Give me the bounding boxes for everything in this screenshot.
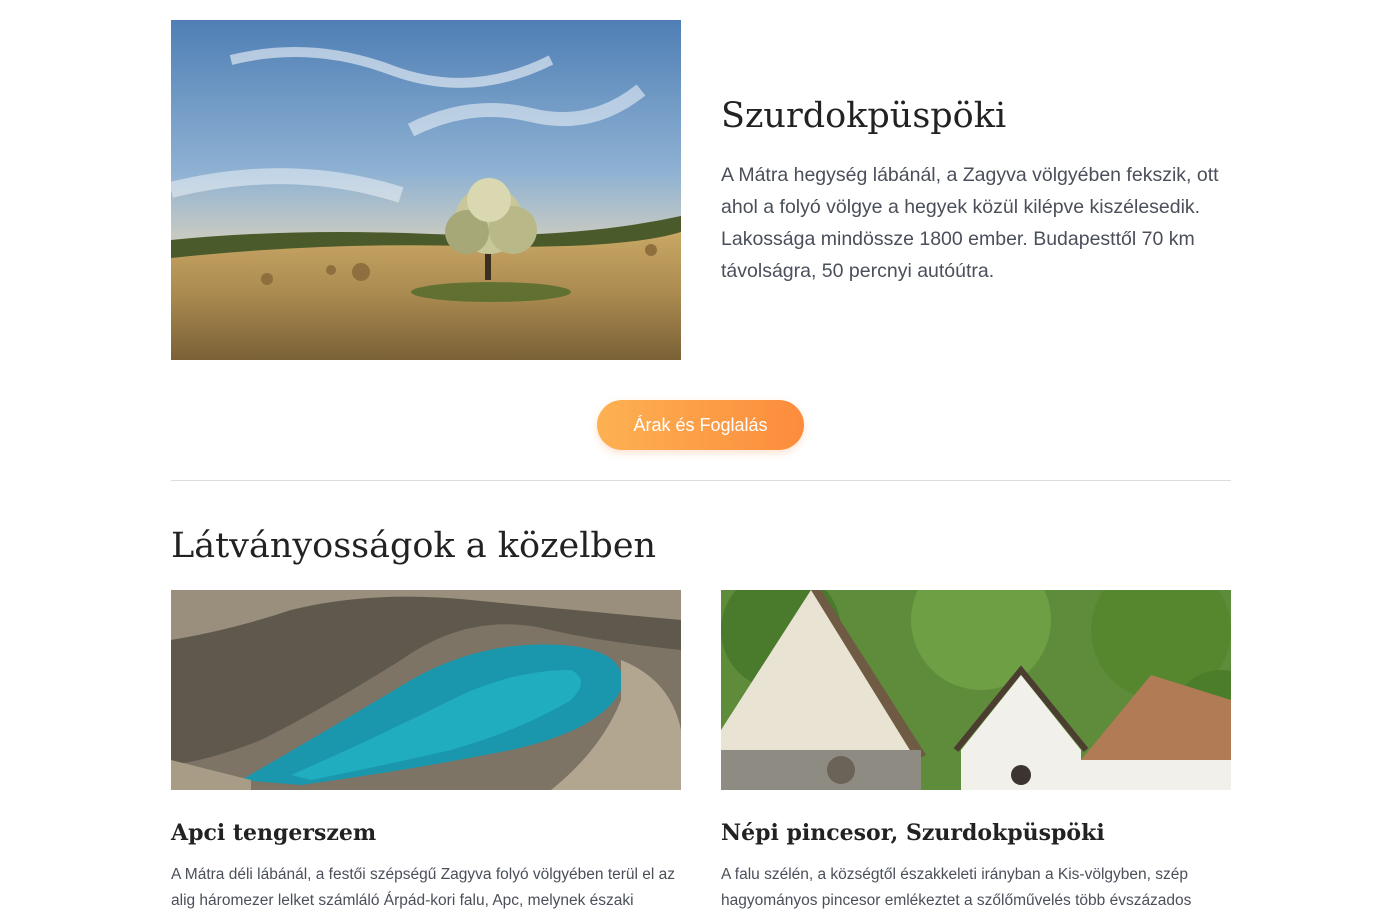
attraction-card-nepi-pincesor[interactable]: Népi pincesor, Szurdokpüspöki A falu szé… [721, 590, 1231, 911]
attraction-description: A falu szélén, a községtől északkeleti i… [721, 866, 1192, 909]
attraction-card-apci-tengerszem[interactable]: Apci tengerszem A Mátra déli lábánál, a … [171, 590, 681, 911]
village-landscape-image [171, 20, 681, 360]
village-description: A Mátra hegység lábánál, a Zagyva völgyé… [721, 164, 1219, 282]
attractions-section-title: Látványosságok a közelben [171, 526, 657, 566]
section-divider [171, 480, 1231, 481]
wine-cellar-image[interactable] [721, 590, 1231, 790]
attraction-title[interactable]: Apci tengerszem [171, 818, 681, 848]
attraction-title[interactable]: Népi pincesor, Szurdokpüspöki [721, 818, 1231, 848]
attraction-description: A Mátra déli lábánál, a festői szépségű … [171, 866, 676, 909]
quarry-lake-image[interactable] [171, 590, 681, 790]
prices-booking-button[interactable]: Árak és Foglalás [597, 400, 804, 450]
village-title: Szurdokpüspöki [721, 96, 1007, 136]
